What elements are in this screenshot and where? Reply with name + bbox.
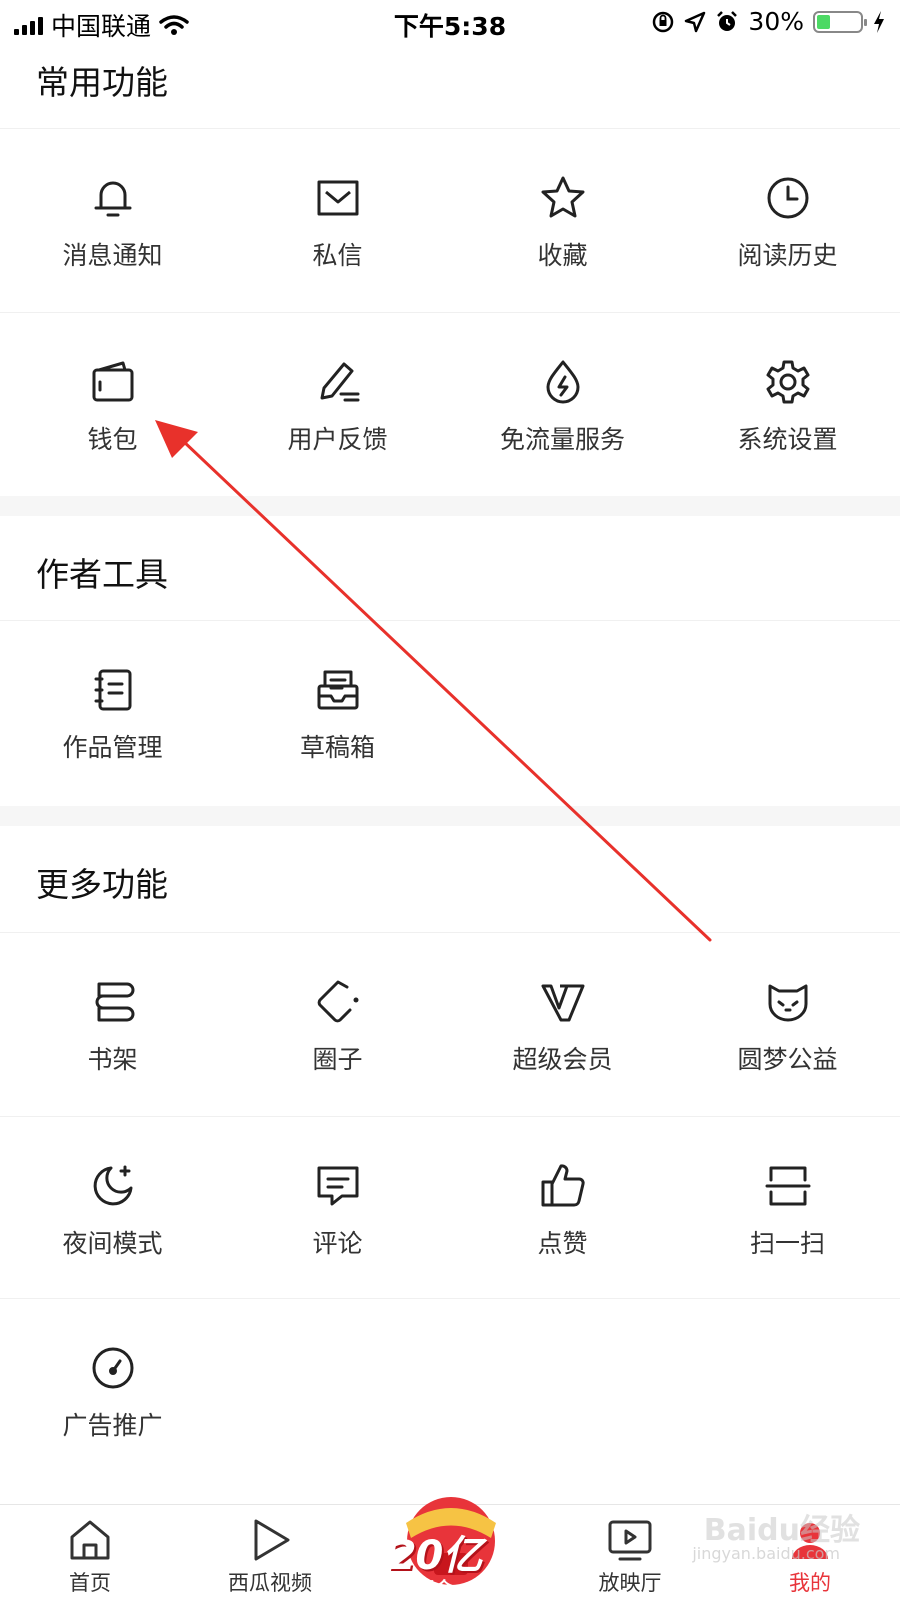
status-bar: 中国联通 下午5:38 30% [0, 0, 900, 44]
nav-label: 放映厅 [598, 1571, 662, 1595]
alarm-icon [717, 10, 738, 31]
nav-label: 首页 [69, 1571, 111, 1595]
item-scan[interactable]: 扫一扫 [675, 1117, 900, 1299]
circle-group-icon [317, 980, 358, 1023]
item-bookshelf[interactable]: 书架 [0, 933, 225, 1115]
charging-icon [874, 10, 884, 33]
rotation-lock-icon [653, 11, 674, 32]
common-row-2: 钱包 用户反馈 免流量服务 系统设置 [0, 312, 900, 494]
gauge-icon [92, 1347, 133, 1389]
item-wallet[interactable]: 钱包 [0, 313, 225, 495]
bell-icon [94, 181, 131, 217]
thumbs-up-icon [541, 1164, 585, 1207]
empty-cell [450, 1299, 675, 1481]
notebook-icon [94, 669, 131, 711]
section-title-more: 更多功能 [36, 865, 168, 904]
item-label: 用户反馈 [287, 425, 388, 454]
status-right: 30% [651, 7, 886, 36]
nav-label: 西瓜视频 [228, 1571, 312, 1595]
gear-icon [766, 360, 809, 404]
battery-percent: 30% [748, 7, 804, 36]
item-favorites[interactable]: 收藏 [450, 129, 675, 311]
item-label: 消息通知 [62, 241, 163, 270]
play-icon [254, 1519, 290, 1561]
promo-cash-label: 现金 [417, 1579, 453, 1600]
nav-label: 我的 [789, 1571, 831, 1595]
star-icon [541, 176, 584, 218]
item-label: 广告推广 [62, 1411, 163, 1440]
item-label: 评论 [312, 1229, 363, 1258]
item-free-data[interactable]: 免流量服务 [450, 313, 675, 495]
item-label: 私信 [312, 241, 363, 270]
item-feedback[interactable]: 用户反馈 [225, 313, 450, 495]
section-divider [0, 806, 900, 826]
nav-home[interactable]: 首页 [0, 1505, 180, 1600]
moon-icon [93, 1165, 132, 1206]
item-likes[interactable]: 点赞 [450, 1117, 675, 1299]
watermark-url: jingyan.baidu.com [692, 1544, 840, 1563]
section-divider [0, 496, 900, 516]
cat-face-icon [768, 984, 807, 1022]
promo-amount: 20亿 [388, 1533, 483, 1579]
wallet-icon [92, 361, 133, 402]
item-label: 夜间模式 [62, 1229, 163, 1258]
item-label: 作品管理 [62, 733, 163, 762]
home-icon [70, 1520, 110, 1560]
section-title-common: 常用功能 [36, 63, 168, 102]
nav-xigua-video[interactable]: 西瓜视频 [180, 1505, 360, 1600]
comment-icon [317, 1166, 358, 1206]
item-label: 钱包 [87, 425, 138, 454]
item-label: 免流量服务 [499, 425, 625, 454]
bookshelf-icon [95, 982, 134, 1022]
watermark-logo: Baidu经验 [703, 1513, 860, 1548]
item-notifications[interactable]: 消息通知 [0, 129, 225, 311]
item-settings[interactable]: 系统设置 [675, 313, 900, 495]
empty-cell [675, 1299, 900, 1481]
empty-cell [450, 621, 675, 803]
item-super-vip[interactable]: 超级会员 [450, 933, 675, 1115]
common-row-1: 消息通知 私信 收藏 阅读历史 [0, 128, 900, 310]
author-row: 作品管理 草稿箱 [0, 620, 900, 802]
item-label: 收藏 [537, 241, 588, 270]
nav-promo-cash[interactable]: 20亿 现金 [360, 1497, 540, 1600]
clock-icon [767, 177, 808, 219]
item-messages[interactable]: 私信 [225, 129, 450, 311]
item-label: 点赞 [537, 1229, 588, 1258]
item-comments[interactable]: 评论 [225, 1117, 450, 1299]
item-drafts[interactable]: 草稿箱 [225, 621, 450, 803]
item-history[interactable]: 阅读历史 [675, 129, 900, 311]
tv-play-icon [608, 1520, 652, 1561]
empty-cell [225, 1299, 450, 1481]
item-label: 草稿箱 [299, 733, 375, 762]
location-icon [685, 11, 706, 32]
empty-cell [675, 621, 900, 803]
more-row-3: 广告推广 [0, 1298, 900, 1480]
battery-fill [817, 14, 830, 29]
item-label: 书架 [87, 1045, 138, 1074]
section-title-author: 作者工具 [36, 555, 168, 594]
item-label: 阅读历史 [737, 241, 838, 270]
item-ad-promotion[interactable]: 广告推广 [0, 1299, 225, 1481]
more-row-1: 书架 圈子 超级会员 圆梦公益 [0, 932, 900, 1114]
item-label: 超级会员 [512, 1045, 613, 1074]
item-night-mode[interactable]: 夜间模式 [0, 1117, 225, 1299]
item-circles[interactable]: 圈子 [225, 933, 450, 1115]
battery-icon [813, 10, 867, 33]
scan-icon [765, 1166, 810, 1206]
item-label: 扫一扫 [749, 1229, 825, 1258]
item-charity[interactable]: 圆梦公益 [675, 933, 900, 1115]
item-label: 系统设置 [737, 425, 838, 454]
inbox-icon [317, 670, 358, 710]
vip-v-icon [541, 984, 584, 1022]
more-row-2: 夜间模式 评论 点赞 扫一扫 [0, 1116, 900, 1298]
item-label: 圆梦公益 [737, 1045, 838, 1074]
pen-icon [320, 362, 359, 402]
item-works-management[interactable]: 作品管理 [0, 621, 225, 803]
envelope-icon [317, 180, 358, 216]
droplet-bolt-icon [546, 360, 579, 404]
item-label: 圈子 [312, 1045, 363, 1074]
